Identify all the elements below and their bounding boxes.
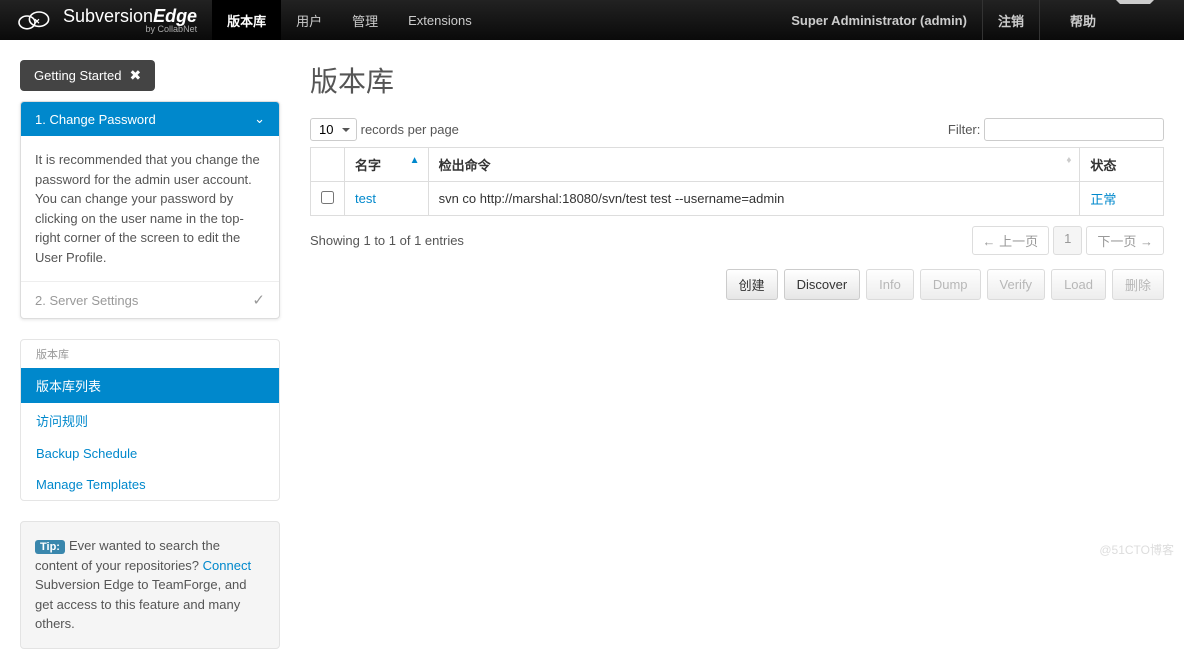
wizard-step-1-body: It is recommended that you change the pa… (21, 136, 279, 282)
main-content: 版本库 10 records per page Filter: 名字▲ 检出命令… (310, 60, 1164, 300)
nav-users[interactable]: 用户 (281, 0, 337, 40)
sort-icon: ♦ (1066, 155, 1071, 166)
col-status[interactable]: 状态 (1080, 148, 1164, 182)
repo-checkout: svn co http://marshal:18080/svn/test tes… (428, 182, 1080, 216)
page-title: 版本库 (310, 60, 1164, 100)
info-button[interactable]: Info (866, 269, 914, 300)
repo-name-link[interactable]: test (355, 191, 376, 206)
watermark: @51CTO博客 (1099, 541, 1174, 558)
repo-status-link[interactable]: 正常 (1090, 192, 1116, 207)
dump-button[interactable]: Dump (920, 269, 981, 300)
page-prev[interactable]: ← 上一页 (972, 226, 1050, 255)
side-menu-header: 版本库 (21, 340, 279, 368)
nav-admin[interactable]: 管理 (337, 0, 393, 40)
tip-well: Tip:Ever wanted to search the content of… (20, 521, 280, 649)
table-footer: Showing 1 to 1 of 1 entries ← 上一页 1 下一页 … (310, 226, 1164, 255)
page-1[interactable]: 1 (1053, 226, 1082, 255)
nav-extensions[interactable]: Extensions (393, 0, 487, 40)
table-controls: 10 records per page Filter: (310, 118, 1164, 141)
button-bar: 创建 Discover Info Dump Verify Load 删除 (310, 269, 1164, 300)
side-menu: 版本库 版本库列表 访问规则 Backup Schedule Manage Te… (20, 339, 280, 501)
load-button[interactable]: Load (1051, 269, 1106, 300)
page-length-select[interactable]: 10 (310, 118, 357, 141)
tip-text-after: Subversion Edge to TeamForge, and get ac… (35, 577, 247, 631)
pagination: ← 上一页 1 下一页 → (972, 226, 1164, 255)
side-menu-backup[interactable]: Backup Schedule (21, 438, 279, 469)
sort-asc-icon: ▲ (410, 155, 420, 166)
tip-badge: Tip: (35, 540, 65, 554)
sidebar: Getting Started ✖ 1. Change Password ⌄ I… (20, 60, 280, 649)
getting-started-label: Getting Started (34, 68, 121, 83)
check-icon: ✓ (252, 291, 265, 309)
getting-started-badge[interactable]: Getting Started ✖ (20, 60, 155, 91)
wizard-step-1-label: 1. Change Password (35, 112, 156, 127)
chevron-down-icon: ⌄ (254, 111, 265, 127)
verify-button[interactable]: Verify (987, 269, 1046, 300)
current-user[interactable]: Super Administrator (admin) (776, 0, 982, 40)
navbar: SubversionEdge by CollabNet 版本库 用户 管理 Ex… (0, 0, 1184, 40)
side-menu-repo-list[interactable]: 版本库列表 (21, 368, 279, 403)
col-checkout[interactable]: 检出命令♦ (428, 148, 1080, 182)
side-menu-access-rules[interactable]: 访问规则 (21, 403, 279, 438)
filter-label: Filter: (948, 122, 981, 137)
repo-table: 名字▲ 检出命令♦ 状态 test svn co http://marshal:… (310, 147, 1164, 216)
filter-input[interactable] (984, 118, 1164, 141)
help-link[interactable]: 帮助 (1040, 0, 1169, 40)
table-row: test svn co http://marshal:18080/svn/tes… (311, 182, 1164, 216)
wizard-step-2[interactable]: 2. Server Settings ✓ (21, 282, 279, 318)
brand-logo[interactable]: SubversionEdge by CollabNet (0, 0, 212, 40)
nav-repo[interactable]: 版本库 (212, 0, 281, 40)
tip-connect-link[interactable]: Connect (203, 558, 251, 573)
col-name[interactable]: 名字▲ (345, 148, 429, 182)
caret-down-icon (1116, 0, 1154, 40)
create-button[interactable]: 创建 (726, 269, 778, 300)
wizard-step-2-label: 2. Server Settings (35, 293, 138, 308)
cloud-icon (15, 8, 55, 32)
nav-right: Super Administrator (admin) 注销 帮助 (776, 0, 1169, 40)
col-checkbox (311, 148, 345, 182)
table-info: Showing 1 to 1 of 1 entries (310, 233, 464, 248)
side-menu-templates[interactable]: Manage Templates (21, 469, 279, 500)
row-checkbox[interactable] (321, 191, 334, 204)
delete-button[interactable]: 删除 (1112, 269, 1164, 300)
discover-button[interactable]: Discover (784, 269, 861, 300)
nav-main: 版本库 用户 管理 Extensions (212, 0, 487, 40)
page-length-label: records per page (361, 122, 459, 137)
close-icon[interactable]: ✖ (129, 67, 141, 84)
wizard: 1. Change Password ⌄ It is recommended t… (20, 101, 280, 319)
brand-name: SubversionEdge (63, 6, 197, 26)
wizard-step-1[interactable]: 1. Change Password ⌄ (21, 102, 279, 136)
page-next[interactable]: 下一页 → (1086, 226, 1164, 255)
logout-link[interactable]: 注销 (983, 0, 1039, 40)
